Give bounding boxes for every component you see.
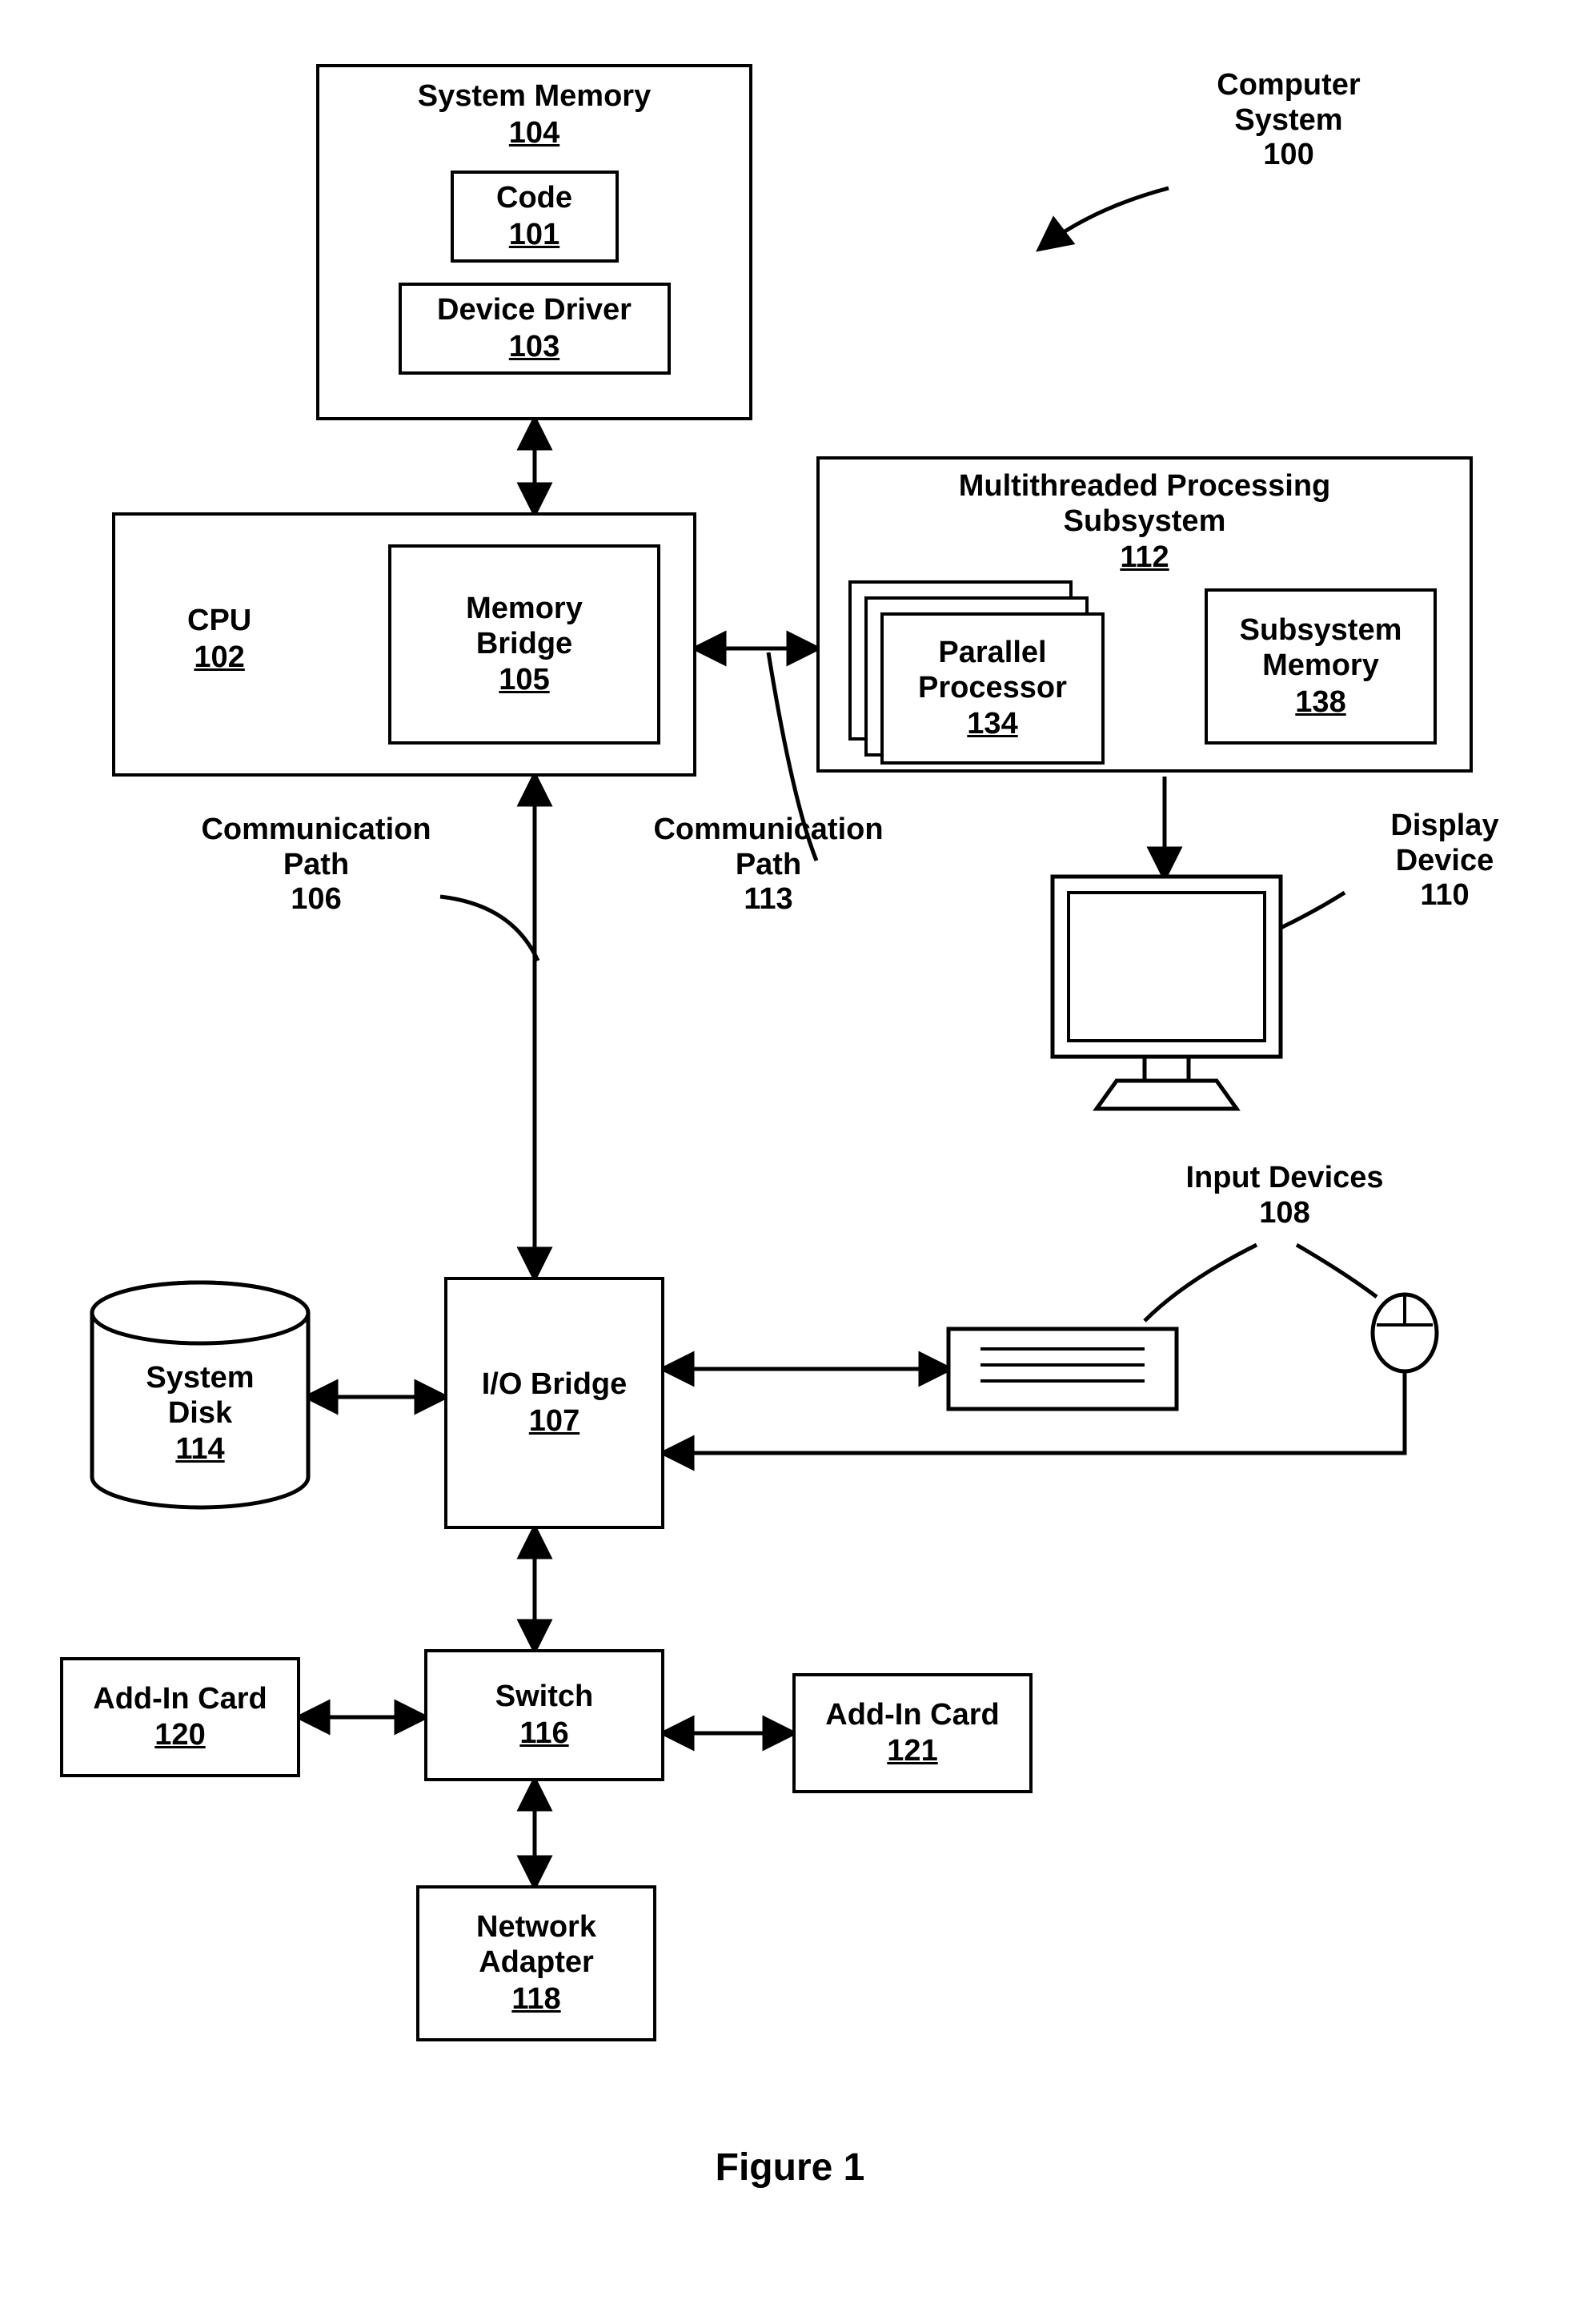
network-adapter-title: Network Adapter [476, 1910, 596, 1980]
addin-right-title: Add-In Card [825, 1698, 999, 1733]
network-adapter-box: Network Adapter 118 [416, 1885, 656, 2041]
device-driver-box: Device Driver 103 [399, 283, 671, 375]
subsystem-memory-box: Subsystem Memory 138 [1205, 588, 1437, 745]
subsystem-memory-title: Subsystem Memory [1240, 613, 1402, 683]
system-memory-title: System Memory [418, 79, 651, 114]
switch-num: 116 [519, 1716, 568, 1751]
system-memory-box: System Memory 104 Code 101 Device Driver… [316, 64, 752, 420]
addin-left-num: 120 [154, 1718, 205, 1752]
system-memory-num: 104 [509, 116, 559, 151]
addin-right-num: 121 [887, 1734, 937, 1768]
computer-system-label: Computer System 100 [1169, 68, 1409, 173]
device-driver-title: Device Driver [437, 293, 632, 328]
system-disk-label: System Disk 114 [112, 1361, 288, 1467]
network-adapter-num: 118 [511, 1982, 560, 2017]
display-device-label: Display Device 110 [1345, 809, 1545, 913]
code-num: 101 [509, 218, 559, 252]
switch-box: Switch 116 [424, 1649, 664, 1781]
parallel-processor-title: Parallel Processor [918, 636, 1067, 705]
mtp-title: Multithreaded Processing Subsystem [959, 469, 1331, 539]
memory-bridge-title: Memory Bridge [466, 592, 583, 661]
parallel-processor-num: 134 [967, 707, 1017, 741]
cpu-num: 102 [187, 640, 251, 675]
cpu-title: CPU [187, 604, 251, 639]
memory-bridge-num: 105 [499, 663, 549, 697]
comm-path-a-label: Communication Path 106 [180, 813, 452, 917]
io-bridge-box: I/O Bridge 107 [444, 1277, 664, 1529]
figure-caption: Figure 1 [0, 2145, 1580, 2190]
addin-left-box: Add-In Card 120 [60, 1657, 300, 1777]
device-driver-num: 103 [509, 330, 559, 364]
code-box: Code 101 [451, 171, 619, 263]
addin-right-box: Add-In Card 121 [792, 1673, 1033, 1793]
parallel-processor-box: Parallel Processor 134 [880, 612, 1105, 765]
io-bridge-title: I/O Bridge [482, 1367, 628, 1403]
mtp-num: 112 [1120, 540, 1169, 575]
subsystem-memory-num: 138 [1295, 685, 1345, 720]
input-devices-label: Input Devices 108 [1145, 1161, 1425, 1230]
io-bridge-num: 107 [529, 1404, 579, 1439]
diagram-canvas: Computer System 100 System Memory 104 Co… [0, 0, 1580, 2324]
switch-title: Switch [495, 1680, 593, 1715]
memory-bridge-box: Memory Bridge 105 [388, 544, 660, 745]
comm-path-b-label: Communication Path 113 [632, 813, 904, 917]
addin-left-title: Add-In Card [93, 1682, 267, 1717]
code-title: Code [496, 181, 572, 216]
